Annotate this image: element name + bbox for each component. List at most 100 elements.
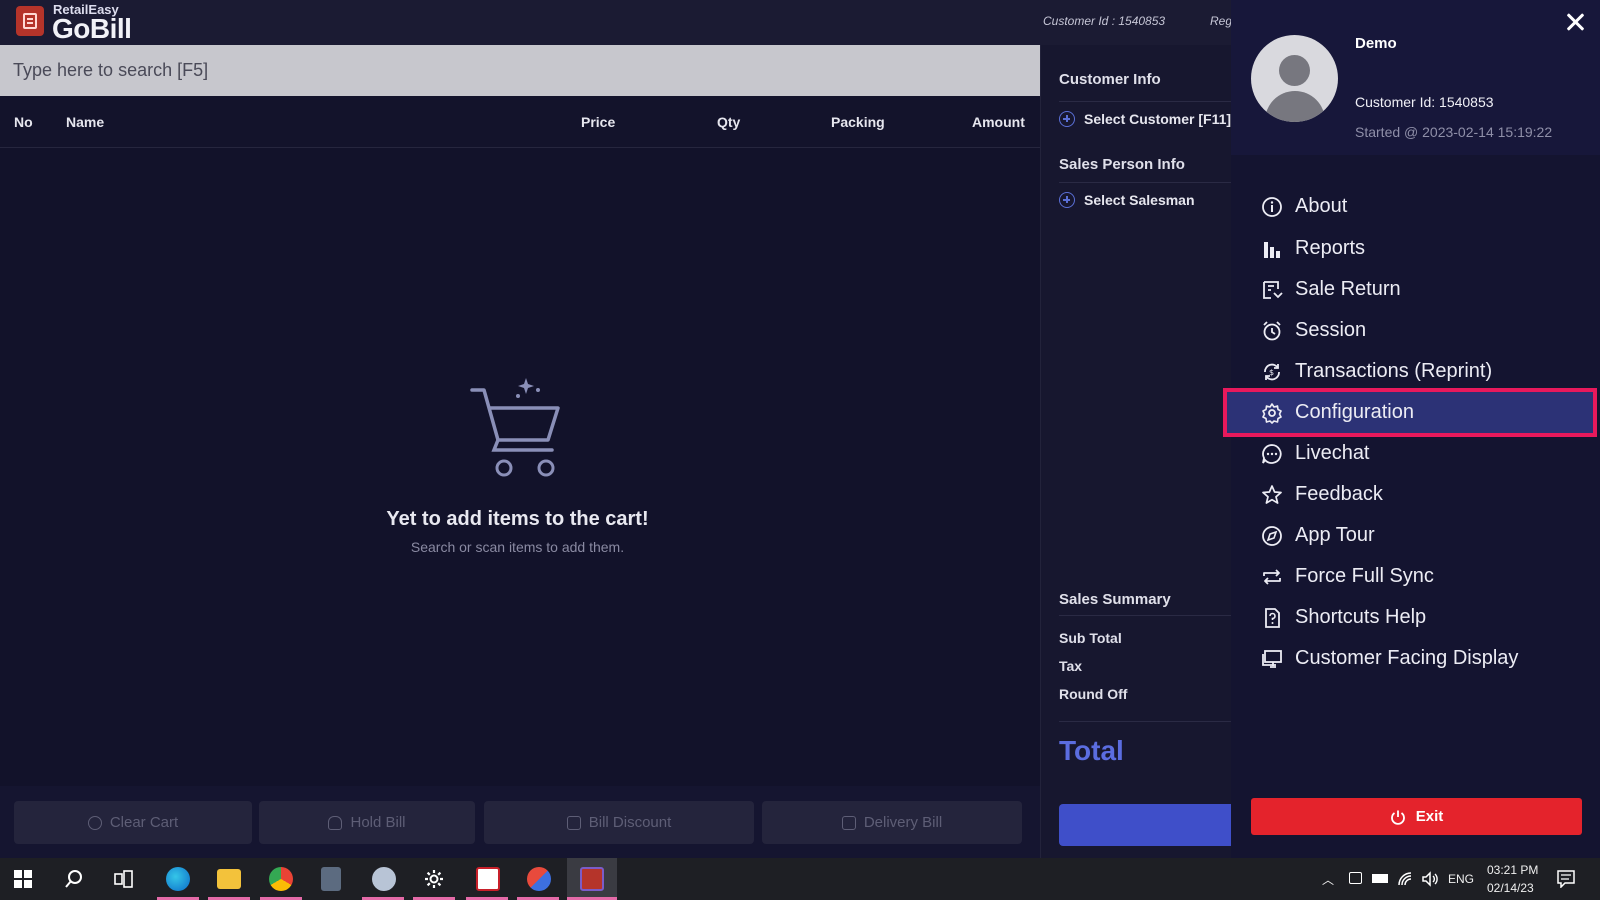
sales-summary-heading: Sales Summary <box>1059 591 1171 608</box>
bar-chart-icon <box>1261 238 1283 260</box>
menu-label: Feedback <box>1295 483 1383 505</box>
select-salesman-button[interactable]: Select Salesman <box>1059 192 1195 208</box>
power-icon <box>1390 810 1405 825</box>
hand-icon <box>328 815 343 830</box>
paint-icon[interactable] <box>372 867 396 891</box>
session-started: Started @ 2023-02-14 15:19:22 <box>1355 124 1553 140</box>
language-indicator[interactable]: ENG <box>1448 872 1474 886</box>
empty-cart-icon <box>470 378 560 477</box>
top-bar: RetailEasy GoBill Customer Id : 1540853 … <box>0 0 1233 45</box>
clock-time[interactable]: 03:21 PM <box>1487 863 1538 877</box>
task-view-icon[interactable] <box>114 870 134 888</box>
hold-bill-button[interactable]: Hold Bill <box>259 801 475 844</box>
col-no: No <box>14 114 33 130</box>
col-qty: Qty <box>717 114 741 130</box>
col-name: Name <box>66 114 105 130</box>
cart-area: Yet to add items to the cart! Search or … <box>0 148 1040 786</box>
wifi-icon[interactable] <box>1397 871 1413 887</box>
select-customer-label: Select Customer [F11] <box>1084 111 1232 127</box>
menu-customer-facing-display[interactable]: Customer Facing Display <box>1231 638 1600 679</box>
menu-feedback[interactable]: Feedback <box>1231 474 1600 515</box>
cart-table-header: No Name Price Qty Packing Amount <box>0 96 1040 148</box>
battery-icon[interactable] <box>1372 874 1388 883</box>
menu-label: App Tour <box>1295 524 1375 546</box>
bill-side-panel: Customer Info Select Customer [F11] Sale… <box>1040 45 1232 858</box>
sales-person-heading: Sales Person Info <box>1059 156 1185 173</box>
col-amount: Amount <box>972 114 1025 130</box>
divider <box>1059 101 1232 102</box>
col-packing: Packing <box>831 114 885 130</box>
discount-icon <box>566 815 581 830</box>
snipping-tool-icon[interactable] <box>527 867 551 891</box>
pay-button[interactable] <box>1059 804 1232 846</box>
settings-gear-icon[interactable] <box>423 868 445 890</box>
brand-name: GoBill <box>52 13 132 44</box>
exit-button[interactable]: Exit <box>1251 798 1582 835</box>
windows-start-icon[interactable] <box>14 870 32 888</box>
volume-icon[interactable] <box>1421 871 1439 887</box>
menu-label: Session <box>1295 319 1367 341</box>
register-label: Reg <box>1210 14 1233 28</box>
hold-bill-label: Hold Bill <box>350 814 406 831</box>
svg-text:$: $ <box>1269 368 1274 377</box>
chevron-up-icon[interactable]: ︿ <box>1322 871 1334 888</box>
star-icon <box>1261 484 1283 506</box>
round-off-label: Round Off <box>1059 686 1128 702</box>
clear-cart-label: Clear Cart <box>109 814 179 831</box>
calculator-icon[interactable] <box>321 867 341 891</box>
divider <box>1059 182 1232 183</box>
menu-configuration[interactable]: Configuration <box>1223 388 1597 437</box>
menu-label: Sale Return <box>1295 278 1401 300</box>
bill-discount-button[interactable]: Bill Discount <box>484 801 754 844</box>
menu-label: Livechat <box>1295 442 1370 464</box>
delivery-icon <box>841 815 856 830</box>
menu-label: Shortcuts Help <box>1295 606 1427 628</box>
info-icon <box>1261 196 1283 218</box>
divider <box>1059 721 1232 722</box>
compass-icon <box>1261 525 1283 547</box>
menu-sale-return[interactable]: Sale Return <box>1231 269 1600 310</box>
chrome-icon[interactable] <box>269 867 293 891</box>
divider <box>1059 615 1232 616</box>
clock-date[interactable]: 02/14/23 <box>1487 881 1534 895</box>
chat-bubble-icon <box>1261 443 1283 465</box>
menu-app-tour[interactable]: App Tour <box>1231 515 1600 556</box>
menu-reports[interactable]: Reports <box>1231 228 1600 269</box>
user-customer-id: Customer Id: 1540853 <box>1355 94 1494 110</box>
receipt-return-icon <box>1261 279 1283 301</box>
file-explorer-icon[interactable] <box>217 869 241 889</box>
clear-cart-button[interactable]: Clear Cart <box>14 801 252 844</box>
menu-session[interactable]: Session <box>1231 310 1600 351</box>
ban-icon <box>87 815 102 830</box>
user-name: Demo <box>1355 35 1397 52</box>
empty-cart-subtitle: Search or scan items to add them. <box>410 539 625 555</box>
notifications-icon[interactable] <box>1557 870 1575 888</box>
delivery-bill-label: Delivery Bill <box>863 814 943 831</box>
customer-id-header: Customer Id : 1540853 <box>1043 14 1166 28</box>
menu-label: Force Full Sync <box>1295 565 1434 587</box>
search-input[interactable] <box>0 45 1040 96</box>
cart-actions-bar: Clear Cart Hold Bill Bill Discount Deliv… <box>0 786 1040 858</box>
edge-icon[interactable] <box>166 867 190 891</box>
menu-label: About <box>1295 195 1348 217</box>
menu-force-full-sync[interactable]: Force Full Sync <box>1231 556 1600 597</box>
search-icon[interactable] <box>63 868 85 890</box>
menu-transactions[interactable]: $ Transactions (Reprint) <box>1231 351 1600 392</box>
plus-circle-icon <box>1059 111 1075 127</box>
select-salesman-label: Select Salesman <box>1084 192 1195 208</box>
menu-label: Configuration <box>1295 401 1414 423</box>
plus-circle-icon <box>1059 192 1075 208</box>
delivery-bill-button[interactable]: Delivery Bill <box>762 801 1022 844</box>
col-price: Price <box>581 114 616 130</box>
retaileasy-icon[interactable] <box>476 867 500 891</box>
gear-icon <box>1261 402 1283 424</box>
help-page-icon <box>1261 607 1283 629</box>
windows-taskbar: ︿ ENG 03:21 PM 02/14/23 <box>0 858 1600 900</box>
select-customer-button[interactable]: Select Customer [F11] <box>1059 111 1231 127</box>
gobill-app-icon[interactable] <box>580 867 604 891</box>
close-icon[interactable] <box>1563 10 1587 34</box>
menu-shortcuts-help[interactable]: Shortcuts Help <box>1231 597 1600 638</box>
device-icon[interactable] <box>1349 872 1362 884</box>
menu-about[interactable]: About <box>1231 186 1600 227</box>
menu-livechat[interactable]: Livechat <box>1231 433 1600 474</box>
